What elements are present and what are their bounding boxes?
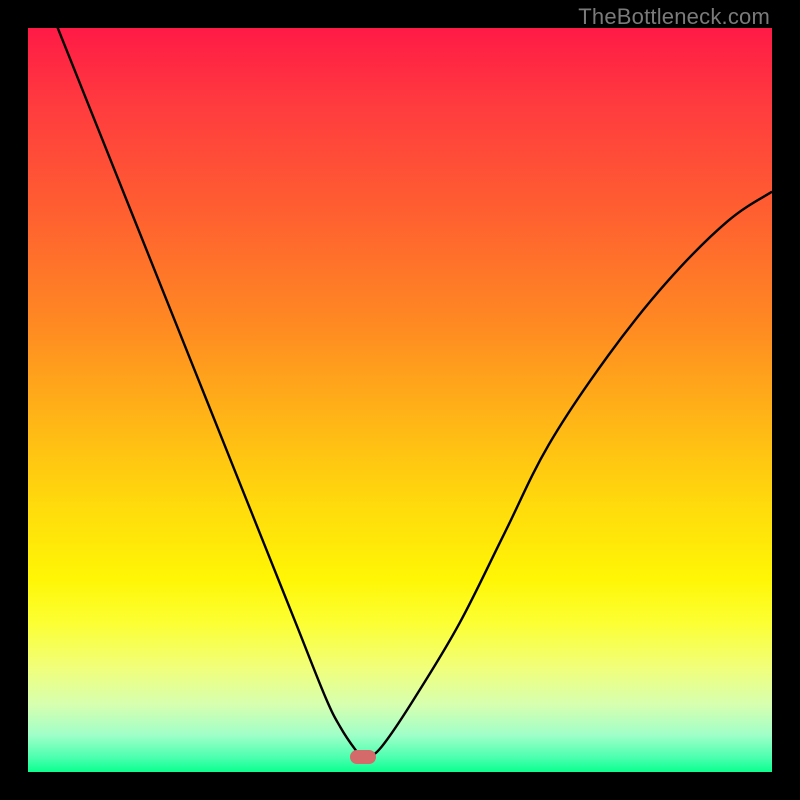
chart-frame: TheBottleneck.com <box>0 0 800 800</box>
plot-area <box>28 28 772 772</box>
watermark-text: TheBottleneck.com <box>578 4 770 30</box>
bottleneck-curve <box>28 28 772 772</box>
optimal-point-marker <box>350 750 376 764</box>
